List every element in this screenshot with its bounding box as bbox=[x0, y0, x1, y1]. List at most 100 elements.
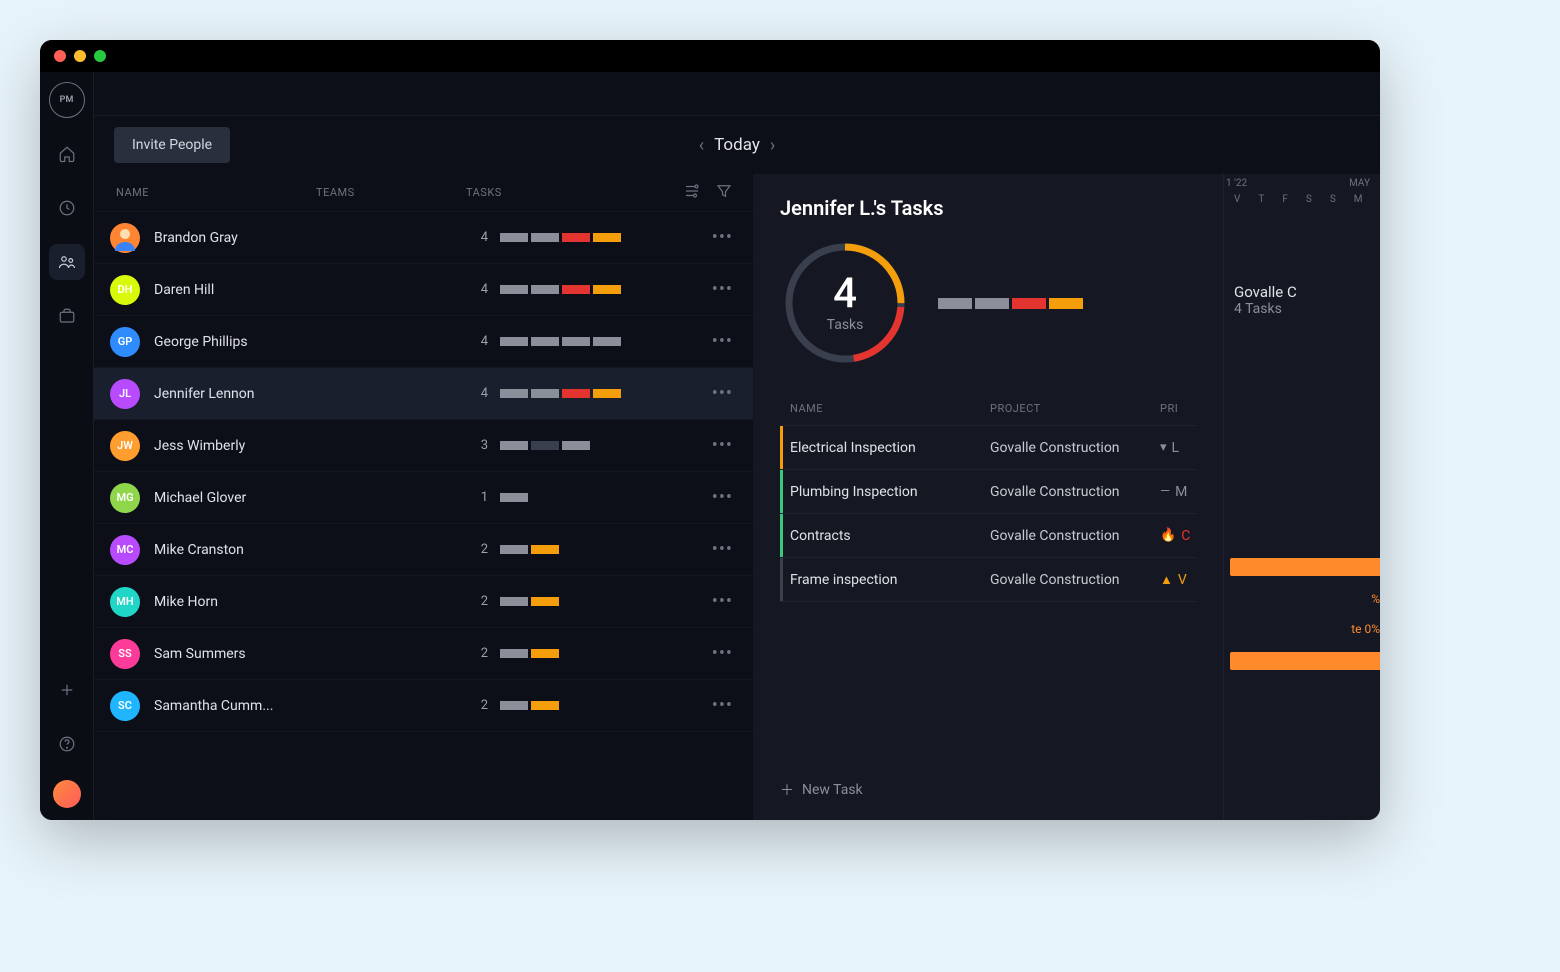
app-window: PM Invite Peopl bbox=[40, 40, 1380, 820]
row-menu-icon[interactable]: ••• bbox=[700, 383, 733, 404]
row-menu-icon[interactable]: ••• bbox=[700, 331, 733, 352]
task-row[interactable]: Frame inspectionGovalle Construction▲V bbox=[780, 558, 1197, 602]
plus-icon: ＋ bbox=[780, 780, 794, 800]
nav-projects[interactable] bbox=[49, 298, 85, 334]
avatar: MC bbox=[110, 535, 140, 565]
window-minimize-icon[interactable] bbox=[74, 50, 86, 62]
priority-icon: — bbox=[1160, 484, 1170, 499]
task-bar bbox=[500, 389, 621, 398]
task-count: 4 bbox=[474, 334, 488, 349]
detail-title: Jennifer L.'s Tasks bbox=[780, 196, 1197, 220]
settings-icon[interactable] bbox=[683, 182, 701, 203]
person-tasks: 4 bbox=[474, 334, 700, 349]
task-count: 4 bbox=[474, 386, 488, 401]
person-row[interactable]: JWJess Wimberly3••• bbox=[94, 420, 753, 472]
task-row[interactable]: ContractsGovalle Construction🔥C bbox=[780, 514, 1197, 558]
row-menu-icon[interactable]: ••• bbox=[700, 487, 733, 508]
new-task-label: New Task bbox=[802, 782, 863, 798]
avatar: SC bbox=[110, 691, 140, 721]
person-row[interactable]: GPGeorge Phillips4••• bbox=[94, 316, 753, 368]
detail-left: Jennifer L.'s Tasks 4 Tasks bbox=[754, 174, 1224, 820]
window-close-icon[interactable] bbox=[54, 50, 66, 62]
gauge-number: 4 bbox=[833, 273, 857, 315]
row-menu-icon[interactable]: ••• bbox=[700, 435, 733, 456]
task-count: 2 bbox=[474, 646, 488, 661]
nav-add[interactable] bbox=[49, 672, 85, 708]
person-name: Sam Summers bbox=[154, 646, 344, 662]
app-logo[interactable]: PM bbox=[49, 82, 85, 118]
person-row[interactable]: Brandon Gray4••• bbox=[94, 212, 753, 264]
gantt-bar[interactable] bbox=[1230, 652, 1380, 670]
help-icon bbox=[58, 735, 76, 753]
person-name: Mike Horn bbox=[154, 594, 344, 610]
next-day-button[interactable]: › bbox=[770, 135, 775, 156]
priority-text: M bbox=[1175, 484, 1187, 500]
person-tasks: 2 bbox=[474, 542, 700, 557]
nav-help[interactable] bbox=[49, 726, 85, 762]
person-tasks: 2 bbox=[474, 698, 700, 713]
nav-home[interactable] bbox=[49, 136, 85, 172]
nav-people[interactable] bbox=[49, 244, 85, 280]
task-gauge: 4 Tasks bbox=[780, 238, 910, 368]
task-stripe bbox=[780, 558, 783, 601]
user-avatar[interactable] bbox=[53, 780, 81, 808]
avatar: JL bbox=[110, 379, 140, 409]
priority-icon: 🔥 bbox=[1160, 528, 1176, 543]
nav-recent[interactable] bbox=[49, 190, 85, 226]
row-menu-icon[interactable]: ••• bbox=[700, 695, 733, 716]
row-menu-icon[interactable]: ••• bbox=[700, 227, 733, 248]
row-menu-icon[interactable]: ••• bbox=[700, 591, 733, 612]
task-count: 2 bbox=[474, 542, 488, 557]
task-row[interactable]: Electrical InspectionGovalle Constructio… bbox=[780, 426, 1197, 470]
person-name: Samantha Cumm... bbox=[154, 698, 344, 714]
person-row[interactable]: SSSam Summers2••• bbox=[94, 628, 753, 680]
people-table-header: NAME TEAMS TASKS bbox=[94, 174, 753, 212]
person-tasks: 2 bbox=[474, 646, 700, 661]
task-count: 3 bbox=[474, 438, 488, 453]
briefcase-icon bbox=[58, 307, 76, 325]
timeline-days: VTFSSMT bbox=[1234, 188, 1380, 209]
gantt-bar[interactable] bbox=[1230, 558, 1380, 576]
row-menu-icon[interactable]: ••• bbox=[700, 539, 733, 560]
timeline-day: S bbox=[1306, 194, 1312, 205]
timeline-month-left: 1 '22 bbox=[1226, 178, 1247, 189]
task-name: Plumbing Inspection bbox=[790, 484, 990, 500]
person-name: Jennifer Lennon bbox=[154, 386, 344, 402]
filter-icon[interactable] bbox=[715, 182, 733, 203]
col-header-name: NAME bbox=[116, 186, 316, 199]
invite-people-button[interactable]: Invite People bbox=[114, 127, 230, 163]
task-name: Electrical Inspection bbox=[790, 440, 990, 456]
timeline-month-right: MAY bbox=[1349, 178, 1370, 189]
people-panel: NAME TEAMS TASKS Brandon Gray4•••DH bbox=[94, 174, 754, 820]
window-maximize-icon[interactable] bbox=[94, 50, 106, 62]
person-row[interactable]: JL Jennifer Lennon 4 ••• bbox=[94, 368, 753, 420]
task-row[interactable]: Plumbing InspectionGovalle Construction—… bbox=[780, 470, 1197, 514]
task-stripe bbox=[780, 470, 783, 513]
person-row[interactable]: MCMike Cranston2••• bbox=[94, 524, 753, 576]
date-nav: ‹ Today › bbox=[699, 135, 776, 156]
row-menu-icon[interactable]: ••• bbox=[700, 643, 733, 664]
main-area: Invite People ‹ Today › NAME TEAMS TASKS bbox=[94, 72, 1380, 820]
priority-icon: ▾ bbox=[1160, 440, 1167, 455]
people-icon bbox=[58, 253, 76, 271]
avatar: JW bbox=[110, 431, 140, 461]
person-row[interactable]: DHDaren Hill4••• bbox=[94, 264, 753, 316]
task-project: Govalle Construction bbox=[990, 528, 1160, 544]
summary-task-bar bbox=[938, 298, 1083, 309]
detail-panel: Jennifer L.'s Tasks 4 Tasks bbox=[754, 174, 1380, 820]
prev-day-button[interactable]: ‹ bbox=[699, 135, 704, 156]
task-project: Govalle Construction bbox=[990, 484, 1160, 500]
task-count: 4 bbox=[474, 230, 488, 245]
person-name: George Phillips bbox=[154, 334, 344, 350]
new-task-button[interactable]: ＋ New Task bbox=[780, 740, 1197, 800]
person-tasks: 4 bbox=[474, 386, 700, 401]
task-project: Govalle Construction bbox=[990, 440, 1160, 456]
today-label[interactable]: Today bbox=[714, 135, 760, 155]
row-menu-icon[interactable]: ••• bbox=[700, 279, 733, 300]
person-row[interactable]: MHMike Horn2••• bbox=[94, 576, 753, 628]
person-row[interactable]: SC Samantha Cumm... 2••• bbox=[94, 680, 753, 732]
task-bar bbox=[500, 441, 590, 450]
task-priority: —M bbox=[1160, 484, 1197, 500]
gauge-label: Tasks bbox=[827, 317, 864, 333]
person-row[interactable]: MGMichael Glover1••• bbox=[94, 472, 753, 524]
